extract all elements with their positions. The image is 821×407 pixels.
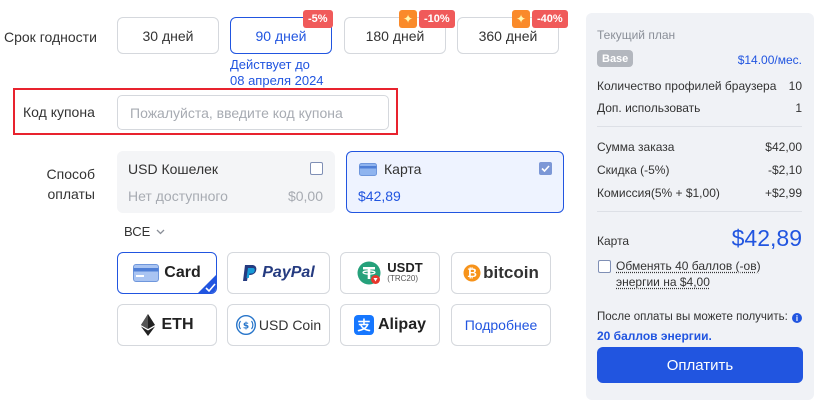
paypal-icon <box>243 265 257 281</box>
wallet-amount: $0,00 <box>287 188 323 204</box>
bitcoin-icon: ₿ <box>463 264 481 282</box>
method-usdt-label: USDT <box>387 260 423 275</box>
exchange-energy-line: Обменять 40 баллов (-ов) <box>616 259 761 273</box>
method-usdt-network: (TRC20) <box>387 274 418 283</box>
payment-method-label-line: Способ <box>46 166 95 182</box>
period-label: Срок годности <box>4 29 97 45</box>
fee-row: Комиссия(5% + $1,00) +$2,99 <box>597 186 802 200</box>
selected-corner-check-icon <box>198 275 216 293</box>
method-alipay-tile[interactable]: 支 Alipay <box>340 304 440 346</box>
card-title: Карта <box>384 161 422 177</box>
after-payment-text: После оплаты вы можете получить: <box>597 311 788 323</box>
exchange-energy-text[interactable]: Обменять 40 баллов (-ов) энергии на $4,0… <box>616 258 761 290</box>
period-option-label: 90 дней <box>255 27 307 44</box>
period-30-days-button[interactable]: 30 дней <box>117 17 219 54</box>
fee-label: Комиссия(5% + $1,00) <box>597 186 720 200</box>
profiles-row: Количество профилей браузера 10 <box>597 79 802 93</box>
extra-usage-value: 1 <box>795 101 802 115</box>
validity-note-line: Действует до <box>230 57 310 72</box>
discount-row: Скидка (-5%) -$2,10 <box>597 163 802 177</box>
ethereum-icon <box>140 314 155 336</box>
period-90-days-button[interactable]: 90 дней -5% <box>230 10 333 54</box>
card-amount: $42,89 <box>358 188 401 204</box>
more-methods-button[interactable]: Подробнее <box>451 304 551 346</box>
pay-button[interactable]: Оплатить <box>597 347 803 383</box>
discount-badge: -10% <box>419 10 455 28</box>
usd-wallet-option[interactable]: USD Кошелек Нет доступного $0,00 <box>117 151 335 213</box>
method-usdcoin-label: USD Coin <box>258 317 322 333</box>
usd-coin-icon: $ <box>235 315 256 335</box>
exchange-energy-checkbox[interactable] <box>598 260 611 273</box>
summary-divider <box>597 211 802 212</box>
method-filter-dropdown[interactable]: ВСЕ <box>124 224 165 239</box>
summary-divider <box>597 126 802 127</box>
method-usdcoin-tile[interactable]: $ USD Coin <box>227 304 330 346</box>
energy-bonus: 20 баллов энергии. <box>597 329 712 343</box>
discount-badge: -40% <box>532 10 568 28</box>
discount-label: Скидка (-5%) <box>597 163 670 177</box>
payment-method-label-line: оплаты <box>47 186 96 202</box>
total-amount: $42,89 <box>731 225 802 251</box>
usdt-label-group: USDT (TRC20) <box>387 260 423 284</box>
method-card-label: Card <box>164 264 201 281</box>
wallet-subtitle: Нет доступного <box>128 188 228 204</box>
fee-value: +$2,99 <box>764 186 802 200</box>
card-option[interactable]: Карта $42,89 <box>346 151 564 213</box>
method-bitcoin-tile[interactable]: ₿ bitcoin <box>451 252 551 294</box>
coupon-input[interactable] <box>117 95 389 130</box>
period-option-label: 30 дней <box>142 27 194 44</box>
sparkle-icon: ✦ <box>399 10 417 28</box>
method-paypal-tile[interactable]: PayPal <box>227 252 330 294</box>
method-filter-value: ВСЕ <box>124 224 151 239</box>
extra-usage-row: Доп. использовать 1 <box>597 101 802 115</box>
current-plan-heading: Текущий план <box>597 28 676 42</box>
wallet-title: USD Кошелек <box>128 161 219 177</box>
order-sum-label: Сумма заказа <box>597 140 675 154</box>
payment-method-label: Способ оплаты <box>30 164 95 204</box>
method-eth-tile[interactable]: ETH <box>117 304 217 346</box>
exchange-energy-line: энергии на $4,00 <box>616 275 710 289</box>
method-paypal-label: PayPal <box>262 264 314 282</box>
order-sum-value: $42,00 <box>765 140 802 154</box>
order-summary-panel: Текущий план Base $14.00/мес. Количество… <box>586 13 814 400</box>
alipay-icon: 支 <box>353 315 374 335</box>
plan-price: $14.00/мес. <box>737 53 802 67</box>
chevron-down-icon <box>156 229 165 234</box>
discount-badge: -5% <box>303 10 333 28</box>
total-method-label: Карта <box>597 234 630 248</box>
svg-text:₿: ₿ <box>467 266 477 280</box>
more-methods-label: Подробнее <box>464 317 538 333</box>
period-option-label: 360 дней <box>478 27 538 44</box>
method-bitcoin-label: bitcoin <box>483 263 539 282</box>
after-payment-label: После оплаты вы можете получить: <box>597 311 788 323</box>
period-option-label: 180 дней <box>365 27 425 44</box>
paypal-text: PayPal <box>262 264 315 281</box>
coupon-label: Код купона <box>23 104 95 120</box>
card-icon <box>359 163 377 181</box>
extra-usage-label: Доп. использовать <box>597 101 701 115</box>
profiles-label: Количество профилей браузера <box>597 79 777 93</box>
card-icon <box>133 264 160 282</box>
usdt-network-text: TRC20 <box>389 274 416 283</box>
period-360-days-button[interactable]: 360 дней ✦ -40% <box>457 10 568 54</box>
method-alipay-label: Alipay <box>377 316 426 333</box>
method-usdt-tile[interactable]: USDT (TRC20) <box>340 252 440 294</box>
period-180-days-button[interactable]: 180 дней ✦ -10% <box>344 10 455 54</box>
svg-text:支: 支 <box>356 318 371 334</box>
svg-text:$: $ <box>243 322 249 332</box>
discount-value: -$2,10 <box>767 163 802 177</box>
check-icon <box>541 165 550 172</box>
order-sum-row: Сумма заказа $42,00 <box>597 140 802 154</box>
wallet-checkbox[interactable] <box>310 162 323 175</box>
card-checkbox[interactable] <box>539 162 552 175</box>
validity-note: Действует до 08 апреля 2024 <box>230 57 324 89</box>
plan-badge: Base <box>597 50 634 67</box>
method-eth-label: ETH <box>161 316 194 333</box>
validity-note-date: 08 апреля 2024 <box>230 73 324 88</box>
method-card-tile[interactable]: Card <box>117 252 217 294</box>
profiles-value: 10 <box>788 79 802 93</box>
info-icon[interactable]: i <box>792 313 802 323</box>
tether-icon <box>357 261 381 285</box>
sparkle-icon: ✦ <box>512 10 530 28</box>
